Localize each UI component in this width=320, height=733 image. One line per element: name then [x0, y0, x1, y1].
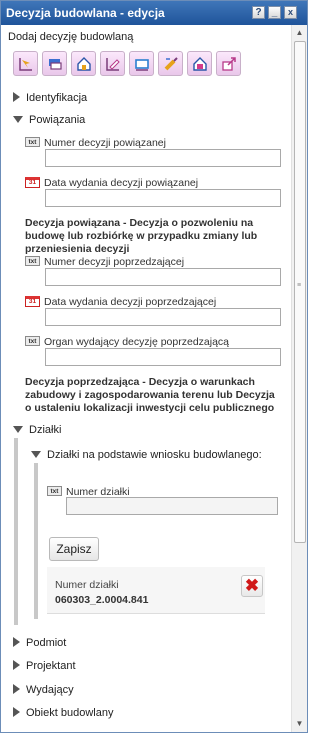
- section-obiekt-budowlany[interactable]: Obiekt budowlany: [13, 707, 113, 719]
- scroll-up-icon[interactable]: ▲: [292, 26, 307, 40]
- help-button[interactable]: ?: [252, 6, 265, 19]
- data-wydania-powiazanej-input[interactable]: [45, 189, 281, 207]
- calendar-icon: 31: [25, 176, 40, 188]
- numer-decyzji-powiazanej-input[interactable]: [45, 149, 281, 167]
- text-field-icon: txt: [25, 336, 40, 347]
- expand-down-icon: [31, 450, 41, 458]
- calendar-icon: 31: [25, 295, 40, 307]
- data-wydania-poprzedzajacej-label: 31 Data wydania decyzji poprzedzającej: [25, 295, 216, 308]
- house-delete-icon[interactable]: [187, 51, 212, 76]
- expand-right-icon: [13, 707, 20, 718]
- layer-icon[interactable]: [42, 51, 67, 76]
- organ-wydajacy-input[interactable]: [45, 348, 281, 366]
- numer-decyzji-poprzedzajacej-label: txt Numer decyzji poprzedzającej: [25, 256, 184, 268]
- subsection-indent-bar: [34, 463, 38, 619]
- text-field-icon: txt: [25, 256, 40, 267]
- save-button[interactable]: Zapisz: [49, 537, 99, 561]
- section-projektant[interactable]: Projektant: [13, 660, 76, 672]
- add-decision-label: Dodaj decyzję budowlaną: [8, 31, 134, 43]
- expand-right-icon: [13, 660, 20, 671]
- select-icon[interactable]: [13, 51, 38, 76]
- expand-down-icon: [13, 425, 23, 433]
- export-icon[interactable]: [216, 51, 241, 76]
- scroll-grip-icon: ≡: [297, 282, 302, 289]
- edit-window: Decyzja budowlana - edycja ? _ x Dodaj d…: [0, 0, 308, 733]
- scroll-down-icon[interactable]: ▼: [292, 717, 307, 731]
- numer-decyzji-poprzedzajacej-input[interactable]: [45, 268, 281, 286]
- section-identyfikacja[interactable]: Identyfikacja: [13, 92, 87, 104]
- parcel-record: Numer działki 060303_2.0004.841: [47, 567, 265, 614]
- window-title: Decyzja budowlana - edycja: [6, 6, 165, 20]
- parcel-record-value: 060303_2.0004.841: [55, 594, 149, 606]
- numer-dzialki-input[interactable]: [66, 497, 278, 515]
- delete-x-icon[interactable]: ✖: [241, 575, 263, 597]
- subsection-dzialki-wniosek[interactable]: Działki na podstawie wniosku budowlanego…: [31, 449, 262, 461]
- decyzja-powiazana-note: Decyzja powiązana - Decyzja o pozwoleniu…: [25, 217, 258, 255]
- panel-content: Dodaj decyzję budowlaną Identyfikacja Po…: [1, 25, 290, 732]
- vertical-scrollbar[interactable]: ▲ ≡ ▼: [291, 25, 307, 732]
- section-powiazania[interactable]: Powiązania: [13, 114, 85, 126]
- expand-right-icon: [13, 684, 20, 695]
- section-wydajacy[interactable]: Wydający: [13, 684, 74, 696]
- scrollbar-thumb[interactable]: ≡: [294, 41, 306, 543]
- close-button[interactable]: x: [284, 6, 297, 19]
- edit-pencil-icon[interactable]: [100, 51, 125, 76]
- text-field-icon: txt: [25, 137, 40, 148]
- rectangle-icon[interactable]: [129, 51, 154, 76]
- decyzja-poprzedzajaca-note: Decyzja poprzedzająca - Decyzja o warunk…: [25, 376, 275, 414]
- title-bar[interactable]: Decyzja budowlana - edycja ? _ x: [1, 1, 307, 25]
- data-wydania-poprzedzajacej-input[interactable]: [45, 308, 281, 326]
- parcel-record-label: Numer działki: [55, 579, 119, 591]
- section-indent-bar: [14, 438, 18, 625]
- house-edit-icon[interactable]: [71, 51, 96, 76]
- expand-right-icon: [13, 637, 20, 648]
- data-wydania-powiazanej-label: 31 Data wydania decyzji powiązanej: [25, 176, 198, 189]
- organ-wydajacy-label: txt Organ wydający decyzję poprzedzającą: [25, 336, 229, 348]
- expand-right-icon: [13, 92, 20, 103]
- text-field-icon: txt: [47, 486, 62, 497]
- section-dzialki[interactable]: Działki: [13, 424, 61, 436]
- section-podmiot[interactable]: Podmiot: [13, 637, 66, 649]
- brush-icon[interactable]: [158, 51, 183, 76]
- expand-down-icon: [13, 115, 23, 123]
- minimize-button[interactable]: _: [268, 6, 281, 19]
- numer-decyzji-powiazanej-label: txt Numer decyzji powiązanej: [25, 137, 166, 149]
